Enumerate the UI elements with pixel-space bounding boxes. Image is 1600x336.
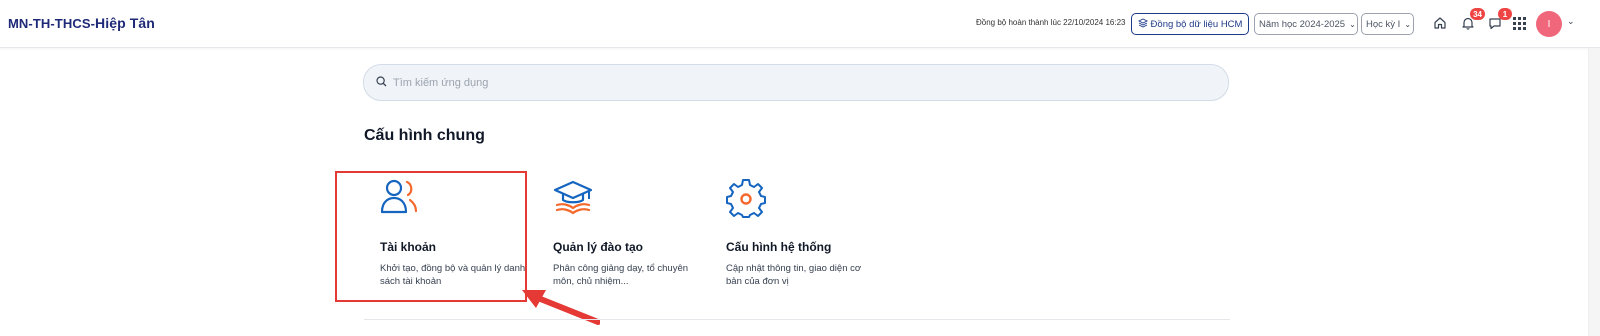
- user-avatar[interactable]: I: [1536, 11, 1562, 37]
- school-name[interactable]: MN-TH-THCS-Hiệp Tân: [8, 15, 155, 31]
- gear-icon: [726, 178, 766, 223]
- term-select[interactable]: Học kỳ I ⌄: [1361, 13, 1414, 35]
- layers-icon: [1137, 17, 1148, 31]
- chevron-down-icon[interactable]: ⌄: [1567, 16, 1575, 27]
- chevron-down-icon: ⌄: [1404, 19, 1412, 29]
- message-icon[interactable]: 1: [1486, 8, 1512, 32]
- user-accounts-icon: [380, 178, 420, 223]
- notification-count-badge: 34: [1470, 8, 1485, 20]
- scrollbar-track[interactable]: [1588, 48, 1600, 336]
- card-description: Phân công giảng dạy, tổ chuyên môn, chủ …: [553, 263, 689, 287]
- app-card-accounts[interactable]: Tài khoản Khởi tạo, đồng bộ và quản lý d…: [364, 172, 525, 300]
- school-year-value: Năm học 2024-2025: [1259, 18, 1346, 30]
- sync-status-text: Đồng bộ hoàn thành lúc 22/10/2024 16:23: [976, 18, 1126, 27]
- app-search-bar[interactable]: [363, 64, 1229, 101]
- brand-name: Hiệp Tân: [95, 15, 155, 31]
- sync-button-label: Đồng bộ dữ liệu HCM: [1150, 18, 1243, 30]
- annotation-arrow-icon: [522, 290, 600, 325]
- notification-bell-icon[interactable]: 34: [1459, 8, 1485, 32]
- apps-grid-icon[interactable]: [1510, 14, 1528, 32]
- home-icon[interactable]: [1431, 14, 1449, 32]
- card-title: Cấu hình hệ thống: [726, 240, 832, 254]
- app-card-system-config[interactable]: Cấu hình hệ thống Cập nhật thông tin, gi…: [710, 172, 870, 300]
- school-year-select[interactable]: Năm học 2024-2025 ⌄: [1254, 13, 1358, 35]
- chevron-down-icon: ⌄: [1349, 19, 1356, 29]
- card-title: Tài khoản: [380, 240, 437, 254]
- term-value: Học kỳ I: [1366, 18, 1401, 30]
- card-title: Quản lý đào tạo: [553, 240, 644, 254]
- card-description: Khởi tạo, đồng bộ và quản lý danh sách t…: [380, 263, 526, 287]
- search-input[interactable]: [393, 76, 1173, 89]
- section-divider: [364, 319, 1230, 320]
- card-description: Cập nhật thông tin, giao diện cơ bản của…: [726, 263, 862, 287]
- search-icon: [376, 74, 387, 92]
- top-navbar: MN-TH-THCS-Hiệp Tân Đồng bộ hoàn thành l…: [0, 0, 1600, 48]
- graduation-cap-icon: [553, 178, 593, 223]
- brand-prefix: MN-TH-THCS-: [8, 16, 96, 31]
- app-card-training-management[interactable]: Quản lý đào tạo Phân công giảng dạy, tổ …: [537, 172, 697, 300]
- sync-hcm-data-button[interactable]: Đồng bộ dữ liệu HCM: [1131, 13, 1249, 35]
- section-title: Cấu hình chung: [364, 127, 485, 144]
